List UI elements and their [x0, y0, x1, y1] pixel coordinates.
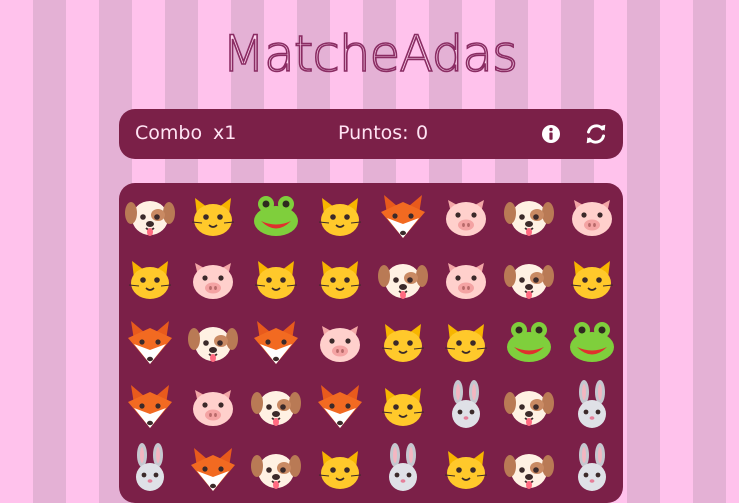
frog-tile[interactable] [248, 188, 304, 244]
rabbit-icon [122, 441, 178, 497]
rabbit-tile[interactable] [438, 378, 494, 434]
cat-icon [312, 441, 368, 497]
frog-icon [564, 314, 620, 370]
cat-tile[interactable] [564, 251, 620, 307]
fox-icon [185, 441, 241, 497]
fox-icon [375, 188, 431, 244]
pig-tile[interactable] [438, 188, 494, 244]
cat-icon [248, 251, 304, 307]
rabbit-tile[interactable] [122, 441, 178, 497]
pig-tile[interactable] [312, 314, 368, 370]
pig-icon [438, 251, 494, 307]
game-title: MatcheAdas [221, 24, 519, 84]
pig-icon [185, 251, 241, 307]
cat-icon [438, 441, 494, 497]
fox-tile[interactable] [248, 314, 304, 370]
dog-tile[interactable] [501, 378, 557, 434]
frog-tile[interactable] [564, 314, 620, 370]
fox-icon [122, 378, 178, 434]
fox-icon [248, 314, 304, 370]
cat-icon [438, 314, 494, 370]
cat-icon [122, 251, 178, 307]
cat-icon [375, 314, 431, 370]
game-board [119, 183, 623, 503]
dog-tile[interactable] [185, 314, 241, 370]
fox-tile[interactable] [185, 441, 241, 497]
combo-label: Combo [135, 122, 203, 144]
dog-icon [501, 251, 557, 307]
pig-icon [312, 314, 368, 370]
dog-icon [248, 441, 304, 497]
fox-icon [122, 314, 178, 370]
refresh-icon[interactable] [584, 122, 608, 146]
fox-tile[interactable] [312, 378, 368, 434]
frog-tile[interactable] [501, 314, 557, 370]
cat-tile[interactable] [438, 441, 494, 497]
pig-tile[interactable] [185, 251, 241, 307]
rabbit-tile[interactable] [564, 378, 620, 434]
pig-tile[interactable] [185, 378, 241, 434]
status-bar: Combo x1 Puntos: 0 [119, 109, 623, 159]
dog-tile[interactable] [248, 441, 304, 497]
cat-icon [312, 251, 368, 307]
rabbit-icon [375, 441, 431, 497]
pig-tile[interactable] [564, 188, 620, 244]
dog-icon [122, 188, 178, 244]
cat-tile[interactable] [375, 378, 431, 434]
cat-tile[interactable] [312, 188, 368, 244]
dog-tile[interactable] [501, 188, 557, 244]
dog-tile[interactable] [248, 378, 304, 434]
dog-tile[interactable] [122, 188, 178, 244]
fox-tile[interactable] [375, 188, 431, 244]
cat-icon [375, 378, 431, 434]
fox-tile[interactable] [122, 314, 178, 370]
points-label: Puntos: [338, 122, 409, 144]
cat-tile[interactable] [312, 251, 368, 307]
dog-icon [501, 378, 557, 434]
cat-tile[interactable] [185, 188, 241, 244]
rabbit-tile[interactable] [375, 441, 431, 497]
rabbit-icon [564, 378, 620, 434]
fox-icon [312, 378, 368, 434]
frog-icon [248, 188, 304, 244]
rabbit-icon [564, 441, 620, 497]
rabbit-tile[interactable] [564, 441, 620, 497]
cat-icon [564, 251, 620, 307]
dog-tile[interactable] [501, 251, 557, 307]
fox-tile[interactable] [122, 378, 178, 434]
dog-tile[interactable] [501, 441, 557, 497]
rabbit-icon [438, 378, 494, 434]
pig-tile[interactable] [438, 251, 494, 307]
dog-tile[interactable] [375, 251, 431, 307]
points-value: 0 [416, 122, 429, 144]
pig-icon [438, 188, 494, 244]
dog-icon [501, 188, 557, 244]
info-icon[interactable] [541, 124, 561, 144]
dog-icon [185, 314, 241, 370]
cat-tile[interactable] [438, 314, 494, 370]
cat-tile[interactable] [375, 314, 431, 370]
combo-value: x1 [213, 122, 237, 144]
cat-tile[interactable] [312, 441, 368, 497]
dog-icon [501, 441, 557, 497]
cat-icon [185, 188, 241, 244]
pig-icon [185, 378, 241, 434]
cat-tile[interactable] [122, 251, 178, 307]
cat-icon [312, 188, 368, 244]
dog-icon [248, 378, 304, 434]
frog-icon [501, 314, 557, 370]
dog-icon [375, 251, 431, 307]
cat-tile[interactable] [248, 251, 304, 307]
pig-icon [564, 188, 620, 244]
